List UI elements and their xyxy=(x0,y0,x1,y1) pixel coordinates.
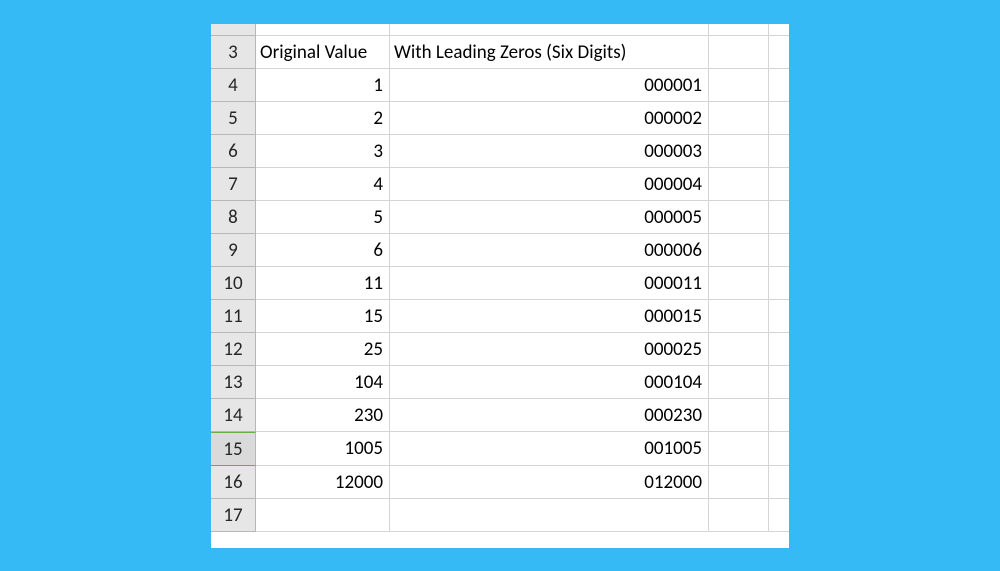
cell[interactable] xyxy=(709,366,769,399)
cell[interactable] xyxy=(769,499,789,532)
cell[interactable] xyxy=(769,69,789,102)
cell-original[interactable]: 1 xyxy=(256,69,390,102)
cell[interactable] xyxy=(709,267,769,300)
cell-padded[interactable]: 000004 xyxy=(390,168,709,201)
cell-original[interactable]: 6 xyxy=(256,234,390,267)
cell[interactable] xyxy=(769,399,789,432)
row-header[interactable] xyxy=(211,24,256,36)
spreadsheet-viewport: 3 Original Value With Leading Zeros (Six… xyxy=(211,24,789,548)
row-header[interactable]: 13 xyxy=(211,366,256,399)
cell-original[interactable]: 15 xyxy=(256,300,390,333)
column-header-original[interactable]: Original Value xyxy=(256,36,390,69)
row-header[interactable]: 14 xyxy=(211,399,256,432)
cell[interactable] xyxy=(769,102,789,135)
cell-original[interactable]: 230 xyxy=(256,399,390,432)
row-header[interactable]: 11 xyxy=(211,300,256,333)
cell-padded[interactable]: 000015 xyxy=(390,300,709,333)
cell[interactable] xyxy=(390,24,709,36)
cell[interactable] xyxy=(769,201,789,234)
cell[interactable] xyxy=(709,333,769,366)
cell-original[interactable]: 2 xyxy=(256,102,390,135)
row-header[interactable]: 8 xyxy=(211,201,256,234)
cell[interactable] xyxy=(769,24,789,36)
cell[interactable] xyxy=(769,333,789,366)
cell-padded[interactable]: 000002 xyxy=(390,102,709,135)
spreadsheet-grid: 3 Original Value With Leading Zeros (Six… xyxy=(211,24,789,532)
cell-padded[interactable]: 000230 xyxy=(390,399,709,432)
cell[interactable] xyxy=(709,399,769,432)
cell-original[interactable]: 11 xyxy=(256,267,390,300)
cell-padded[interactable] xyxy=(390,499,709,532)
row-header[interactable]: 17 xyxy=(211,499,256,532)
cell[interactable] xyxy=(709,432,769,466)
cell-original[interactable]: 104 xyxy=(256,366,390,399)
cell[interactable] xyxy=(769,36,789,69)
row-header[interactable]: 16 xyxy=(211,466,256,499)
row-header[interactable]: 3 xyxy=(211,36,256,69)
cell-original[interactable]: 3 xyxy=(256,135,390,168)
column-header-padded[interactable]: With Leading Zeros (Six Digits) xyxy=(390,36,709,69)
cell-padded[interactable]: 001005 xyxy=(390,432,709,466)
cell-original[interactable]: 12000 xyxy=(256,466,390,499)
cell[interactable] xyxy=(709,102,769,135)
row-header[interactable]: 5 xyxy=(211,102,256,135)
cell[interactable] xyxy=(709,234,769,267)
cell[interactable] xyxy=(769,267,789,300)
cell[interactable] xyxy=(709,300,769,333)
cell-original[interactable]: 4 xyxy=(256,168,390,201)
cell[interactable] xyxy=(709,24,769,36)
cell-padded[interactable]: 000025 xyxy=(390,333,709,366)
cell[interactable] xyxy=(769,168,789,201)
cell[interactable] xyxy=(709,69,769,102)
cell-padded[interactable]: 012000 xyxy=(390,466,709,499)
row-header[interactable]: 6 xyxy=(211,135,256,168)
cell-padded[interactable]: 000003 xyxy=(390,135,709,168)
cell[interactable] xyxy=(769,135,789,168)
cell[interactable] xyxy=(769,432,789,466)
cell-original[interactable] xyxy=(256,499,390,532)
cell[interactable] xyxy=(769,234,789,267)
row-header[interactable]: 9 xyxy=(211,234,256,267)
cell-padded[interactable]: 000104 xyxy=(390,366,709,399)
cell-original[interactable]: 1005 xyxy=(256,432,390,466)
cell-original[interactable]: 5 xyxy=(256,201,390,234)
cell-padded[interactable]: 000006 xyxy=(390,234,709,267)
cell[interactable] xyxy=(709,201,769,234)
cell[interactable] xyxy=(709,36,769,69)
row-header[interactable]: 7 xyxy=(211,168,256,201)
cell-padded[interactable]: 000011 xyxy=(390,267,709,300)
cell[interactable] xyxy=(709,466,769,499)
cell-padded[interactable]: 000001 xyxy=(390,69,709,102)
cell[interactable] xyxy=(769,466,789,499)
row-header[interactable]: 12 xyxy=(211,333,256,366)
cell-padded[interactable]: 000005 xyxy=(390,201,709,234)
row-header-selected[interactable]: 15 xyxy=(211,432,256,466)
cell[interactable] xyxy=(709,168,769,201)
cell[interactable] xyxy=(769,366,789,399)
cell[interactable] xyxy=(769,300,789,333)
row-header[interactable]: 10 xyxy=(211,267,256,300)
row-header[interactable]: 4 xyxy=(211,69,256,102)
cell[interactable] xyxy=(709,499,769,532)
cell[interactable] xyxy=(256,24,390,36)
cell-original[interactable]: 25 xyxy=(256,333,390,366)
cell[interactable] xyxy=(709,135,769,168)
